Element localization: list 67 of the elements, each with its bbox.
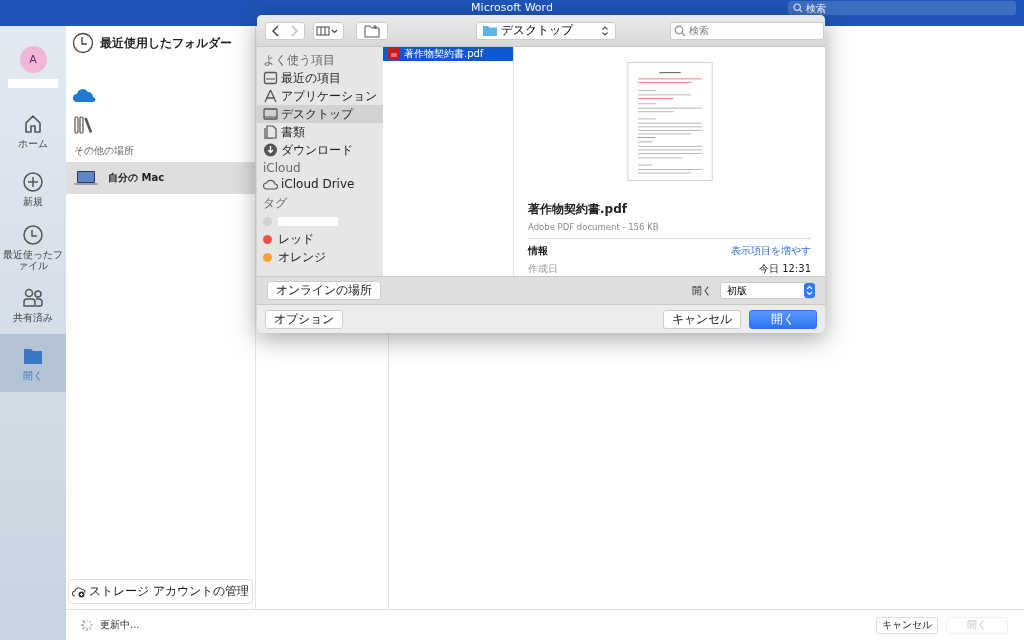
cancel-button[interactable]: キャンセル	[663, 309, 741, 329]
sidebar-item[interactable]: ダウンロード	[257, 141, 383, 159]
people-icon	[22, 287, 44, 309]
options-button[interactable]: オプション	[265, 309, 343, 329]
back-icon	[272, 24, 279, 37]
file-row[interactable]: 著作物契約書.pdf	[383, 47, 513, 61]
location-item[interactable]: 自分の Mac	[66, 162, 255, 194]
download-icon	[263, 143, 278, 157]
view-mode-button[interactable]	[313, 21, 344, 40]
sidebar-item[interactable]: 最近の項目	[257, 69, 383, 87]
nav-item[interactable]: ホーム	[0, 102, 66, 160]
forward-icon	[291, 24, 298, 37]
sidebar-item[interactable]: デスクトップ	[257, 105, 383, 123]
cloud-add-icon	[72, 585, 86, 598]
status-text: 更新中...	[100, 618, 140, 632]
sidebar-item[interactable]: アプリケーション	[257, 87, 383, 105]
redacted-name	[8, 79, 58, 88]
clock-icon	[72, 32, 94, 54]
cancel-button[interactable]: キャンセル	[876, 616, 938, 634]
home-icon	[22, 113, 44, 135]
window-title: Microsoft Word	[471, 1, 553, 14]
open-button[interactable]: 開く	[749, 309, 817, 329]
show-more-link[interactable]: 表示項目を増やす	[731, 244, 811, 258]
back-forward-control[interactable]	[265, 21, 305, 40]
section-header: その他の場所	[74, 144, 135, 158]
search-icon	[674, 24, 687, 37]
location-dropdown[interactable]: デスクトップ	[476, 21, 617, 40]
spinner-icon	[80, 618, 94, 632]
info-value: 今日 12:31	[759, 262, 811, 276]
new-folder-button[interactable]	[355, 21, 389, 40]
sidebar-item[interactable]: レッド	[257, 230, 383, 248]
clock-icon	[22, 223, 44, 246]
cloud-icon	[263, 177, 278, 191]
apps-icon	[263, 89, 278, 103]
info-heading: 情報	[528, 244, 548, 258]
sidebar-item[interactable]: オレンジ	[257, 248, 383, 266]
open-with-label: 開く	[692, 283, 712, 298]
sidebar-section-title: iCloud	[262, 160, 302, 175]
file-name: 著作物契約書.pdf	[528, 201, 628, 218]
nav-item[interactable]: 新規	[0, 160, 66, 218]
folder-icon	[362, 23, 381, 38]
stepper-icon	[601, 24, 610, 37]
search-field[interactable]: 検索	[670, 21, 825, 40]
sidebar-item[interactable]: 書類	[257, 123, 383, 141]
redacted-label	[278, 216, 338, 226]
tray-icon	[263, 71, 278, 85]
manage-storage-button[interactable]: ストレージ アカウントの管理	[68, 579, 253, 604]
recent-folders-item[interactable]: 最近使用したフォルダー	[66, 26, 255, 60]
document-icon	[263, 125, 278, 139]
stepper-icon	[804, 283, 815, 298]
plus-icon	[22, 171, 44, 193]
laptop-icon	[74, 170, 98, 186]
avatar[interactable]: A	[19, 46, 47, 73]
sidebar-section-title: タグ	[262, 195, 288, 212]
info-label: 作成日	[528, 262, 558, 276]
sidebar-item[interactable]: iCloud Drive	[257, 175, 383, 193]
search-icon	[793, 3, 803, 13]
online-locations-button[interactable]: オンラインの場所	[267, 281, 381, 300]
nav-item[interactable]: 最近使ったファイル	[0, 218, 66, 276]
search-field[interactable]: 検索	[788, 1, 1016, 15]
cloud-icon[interactable]	[73, 88, 97, 102]
version-dropdown[interactable]: 初版	[720, 282, 815, 299]
nav-item[interactable]: 共有済み	[0, 276, 66, 334]
file-description: Adobe PDF document - 156 KB	[528, 222, 811, 239]
sidebar-section-title: よく使う項目	[262, 52, 336, 69]
books-icon[interactable]	[74, 116, 94, 134]
desktop-icon	[263, 107, 278, 121]
